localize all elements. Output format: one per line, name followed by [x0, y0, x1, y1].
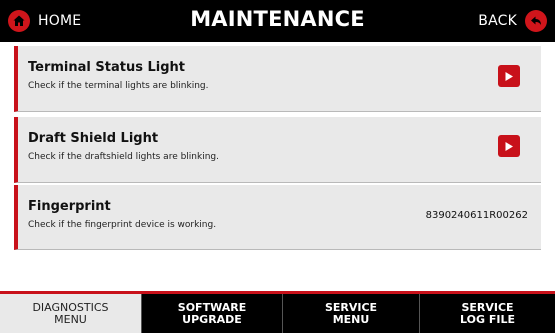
tab-software-upgrade[interactable]: SOFTWARE UPGRADE — [141, 294, 282, 333]
page-title: MAINTENANCE — [190, 7, 365, 31]
play-icon[interactable] — [498, 65, 520, 87]
tab-service-menu[interactable]: SERVICE MENU — [282, 294, 419, 333]
list-item-fingerprint[interactable]: Fingerprint Check if the fingerprint dev… — [14, 185, 541, 250]
back-button[interactable]: BACK — [478, 10, 547, 32]
item-title: Terminal Status Light — [28, 60, 185, 75]
tab-diagnostics-menu[interactable]: DIAGNOSTICS MENU — [0, 294, 141, 333]
play-icon[interactable] — [498, 135, 520, 157]
item-title: Fingerprint — [28, 199, 111, 214]
maintenance-screen: HOME MAINTENANCE BACK Terminal Status Li… — [0, 0, 555, 333]
bottom-tab-bar: DIAGNOSTICS MENU SOFTWARE UPGRADE SERVIC… — [0, 294, 555, 333]
item-description: Check if the draftshield lights are blin… — [28, 152, 219, 162]
back-label: BACK — [478, 13, 517, 29]
fingerprint-serial-value: 8390240611R00262 — [425, 210, 528, 221]
item-description: Check if the terminal lights are blinkin… — [28, 81, 209, 91]
list-item-terminal-status-light[interactable]: Terminal Status Light Check if the termi… — [14, 46, 541, 112]
item-title: Draft Shield Light — [28, 131, 159, 146]
tab-service-log-file[interactable]: SERVICE LOG FILE — [419, 294, 555, 333]
list-item-draft-shield-light[interactable]: Draft Shield Light Check if the draftshi… — [14, 117, 541, 183]
top-bar: HOME MAINTENANCE BACK — [0, 0, 555, 42]
back-arrow-icon — [525, 10, 547, 32]
item-description: Check if the fingerprint device is worki… — [28, 220, 217, 230]
